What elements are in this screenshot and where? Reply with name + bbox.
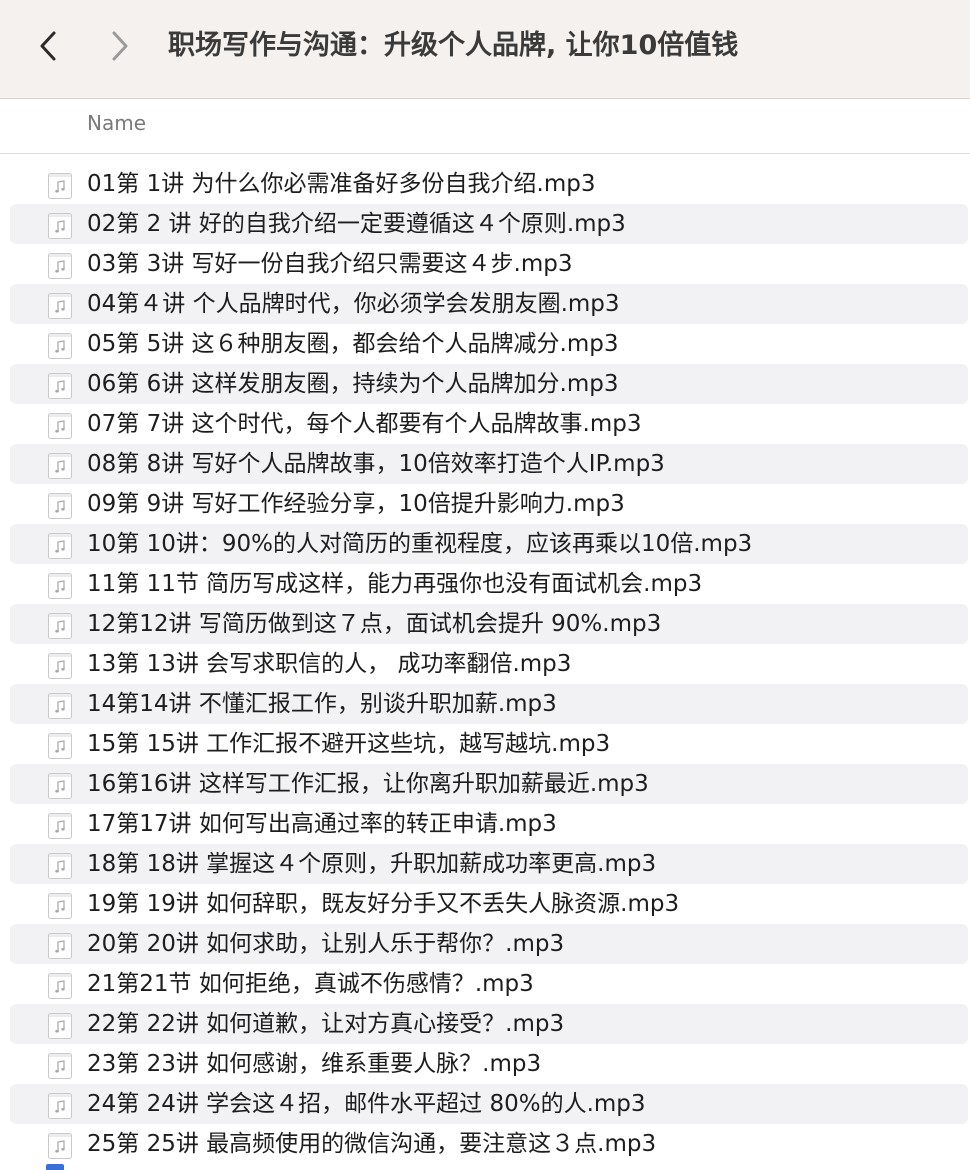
audio-file-icon (48, 1093, 72, 1119)
file-row[interactable]: 01第 1讲 为什么你必需准备好多份自我介绍.mp3 (10, 164, 968, 204)
file-name: 18第 18讲 掌握这４个原则，升职加薪成功率更高.mp3 (87, 851, 657, 877)
file-name: 06第 6讲 这样发朋友圈，持续为个人品牌加分.mp3 (87, 371, 619, 397)
audio-file-icon (48, 493, 72, 519)
file-row[interactable]: 04第４讲 个人品牌时代，你必须学会发朋友圈.mp3 (10, 284, 968, 324)
file-row[interactable]: 20第 20讲 如何求助，让别人乐于帮你？.mp3 (10, 924, 968, 964)
audio-file-icon (48, 413, 72, 439)
audio-file-icon (48, 533, 72, 559)
chevron-left-icon (40, 31, 56, 61)
file-row[interactable]: 16第16讲 这样写工作汇报，让你离升职加薪最近.mp3 (10, 764, 968, 804)
audio-file-icon (48, 213, 72, 239)
file-row[interactable]: 08第 8讲 写好个人品牌故事，10倍效率打造个人IP.mp3 (10, 444, 968, 484)
chevron-right-icon (112, 31, 128, 61)
file-row[interactable]: 17第17讲 如何写出高通过率的转正申请.mp3 (10, 804, 968, 844)
file-row[interactable]: 24第 24讲 学会这４招，邮件水平超过 80%的人.mp3 (10, 1084, 968, 1124)
file-row[interactable]: 05第 5讲 这６种朋友圈，都会给个人品牌减分.mp3 (10, 324, 968, 364)
file-row[interactable]: 09第 9讲 写好工作经验分享，10倍提升影响力.mp3 (10, 484, 968, 524)
file-row[interactable]: 15第 15讲 工作汇报不避开这些坑，越写越坑.mp3 (10, 724, 968, 764)
file-row[interactable]: 03第 3讲 写好一份自我介绍只需要这４步.mp3 (10, 244, 968, 284)
file-name: 12第12讲 写简历做到这７点，面试机会提升 90%.mp3 (87, 611, 662, 637)
file-row[interactable]: 23第 23讲 如何感谢，维系重要人脉？.mp3 (10, 1044, 968, 1084)
audio-file-icon (48, 1013, 72, 1039)
file-name: 02第 2 讲 好的自我介绍一定要遵循这４个原则.mp3 (87, 211, 626, 237)
audio-file-icon (48, 573, 72, 599)
audio-file-icon (48, 173, 72, 199)
selection-marker (46, 1164, 64, 1170)
file-row[interactable]: 14第14讲 不懂汇报工作，别谈升职加薪.mp3 (10, 684, 968, 724)
file-row[interactable]: 06第 6讲 这样发朋友圈，持续为个人品牌加分.mp3 (10, 364, 968, 404)
file-name: 08第 8讲 写好个人品牌故事，10倍效率打造个人IP.mp3 (87, 451, 665, 477)
file-row[interactable]: 18第 18讲 掌握这４个原则，升职加薪成功率更高.mp3 (10, 844, 968, 884)
file-row[interactable]: 12第12讲 写简历做到这７点，面试机会提升 90%.mp3 (10, 604, 968, 644)
audio-file-icon (48, 1133, 72, 1159)
file-name: 22第 22讲 如何道歉，让对方真心接受？.mp3 (87, 1011, 565, 1037)
audio-file-icon (48, 293, 72, 319)
file-name: 01第 1讲 为什么你必需准备好多份自我介绍.mp3 (87, 171, 596, 197)
file-row[interactable]: 02第 2 讲 好的自我介绍一定要遵循这４个原则.mp3 (10, 204, 968, 244)
audio-file-icon (48, 973, 72, 999)
file-row[interactable]: 07第 7讲 这个时代，每个人都要有个人品牌故事.mp3 (10, 404, 968, 444)
window-title: 职场写作与沟通：升级个人品牌, 让你10倍值钱 (168, 30, 739, 61)
column-name-header[interactable]: Name (87, 111, 146, 135)
audio-file-icon (48, 453, 72, 479)
file-name: 25第 25讲 最高频使用的微信沟通，要注意这３点.mp3 (87, 1131, 657, 1157)
file-name: 15第 15讲 工作汇报不避开这些坑，越写越坑.mp3 (87, 731, 611, 757)
file-row[interactable]: 10第 10讲：90%的人对简历的重视程度，应该再乘以10倍.mp3 (10, 524, 968, 564)
audio-file-icon (48, 693, 72, 719)
forward-button[interactable] (102, 24, 138, 68)
file-name: 13第 13讲 会写求职信的人， 成功率翻倍.mp3 (87, 651, 572, 677)
file-name: 07第 7讲 这个时代，每个人都要有个人品牌故事.mp3 (87, 411, 642, 437)
audio-file-icon (48, 333, 72, 359)
file-name: 23第 23讲 如何感谢，维系重要人脉？.mp3 (87, 1051, 542, 1077)
file-name: 11第 11节 简历写成这样，能力再强你也没有面试机会.mp3 (87, 571, 703, 597)
file-name: 16第16讲 这样写工作汇报，让你离升职加薪最近.mp3 (87, 771, 649, 797)
file-name: 09第 9讲 写好工作经验分享，10倍提升影响力.mp3 (87, 491, 625, 517)
audio-file-icon (48, 653, 72, 679)
file-row[interactable]: 13第 13讲 会写求职信的人， 成功率翻倍.mp3 (10, 644, 968, 684)
file-row[interactable]: 11第 11节 简历写成这样，能力再强你也没有面试机会.mp3 (10, 564, 968, 604)
file-name: 19第 19讲 如何辞职，既友好分手又不丢失人脉资源.mp3 (87, 891, 680, 917)
audio-file-icon (48, 773, 72, 799)
file-name: 21第21节 如何拒绝，真诚不伤感情？.mp3 (87, 971, 534, 997)
file-name: 17第17讲 如何写出高通过率的转正申请.mp3 (87, 811, 557, 837)
audio-file-icon (48, 1053, 72, 1079)
audio-file-icon (48, 893, 72, 919)
file-name: 10第 10讲：90%的人对简历的重视程度，应该再乘以10倍.mp3 (87, 531, 753, 557)
file-row[interactable]: 21第21节 如何拒绝，真诚不伤感情？.mp3 (10, 964, 968, 1004)
file-name: 14第14讲 不懂汇报工作，别谈升职加薪.mp3 (87, 691, 557, 717)
audio-file-icon (48, 853, 72, 879)
file-name: 05第 5讲 这６种朋友圈，都会给个人品牌减分.mp3 (87, 331, 619, 357)
file-name: 04第４讲 个人品牌时代，你必须学会发朋友圈.mp3 (87, 291, 620, 317)
toolbar: 职场写作与沟通：升级个人品牌, 让你10倍值钱 (0, 0, 970, 99)
file-row[interactable]: 19第 19讲 如何辞职，既友好分手又不丢失人脉资源.mp3 (10, 884, 968, 924)
file-name: 03第 3讲 写好一份自我介绍只需要这４步.mp3 (87, 251, 573, 277)
audio-file-icon (48, 933, 72, 959)
back-button[interactable] (30, 24, 66, 68)
file-row[interactable]: 25第 25讲 最高频使用的微信沟通，要注意这３点.mp3 (10, 1124, 968, 1164)
column-header: Name (0, 99, 970, 154)
audio-file-icon (48, 373, 72, 399)
file-name: 20第 20讲 如何求助，让别人乐于帮你？.mp3 (87, 931, 565, 957)
file-name: 24第 24讲 学会这４招，邮件水平超过 80%的人.mp3 (87, 1091, 646, 1117)
audio-file-icon (48, 613, 72, 639)
audio-file-icon (48, 253, 72, 279)
file-row[interactable]: 22第 22讲 如何道歉，让对方真心接受？.mp3 (10, 1004, 968, 1044)
audio-file-icon (48, 813, 72, 839)
audio-file-icon (48, 733, 72, 759)
